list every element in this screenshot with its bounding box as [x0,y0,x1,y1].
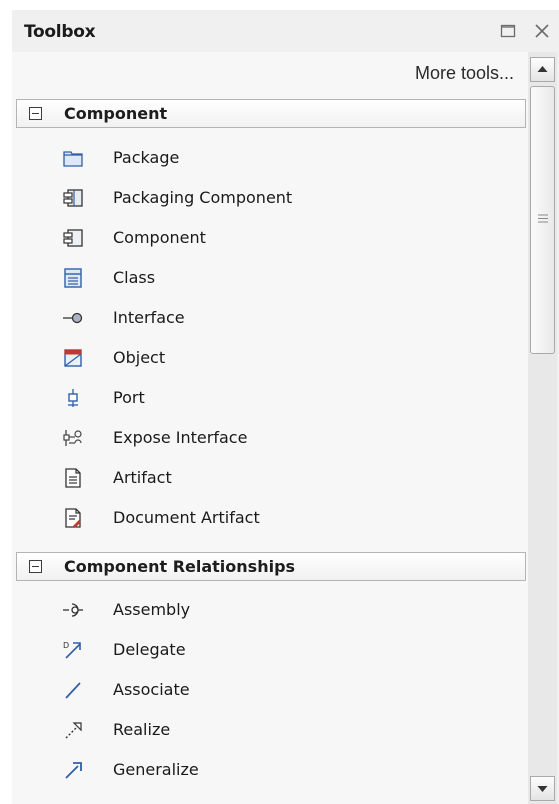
tool-label: Generalize [113,760,199,779]
package-icon [63,151,83,167]
tool-item-port[interactable]: Port [62,383,502,413]
tool-label: Artifact [113,468,172,487]
arrow-up-icon [537,66,548,72]
associate-icon [65,682,81,699]
tool-label: Associate [113,680,190,699]
toolbox-panel: Toolbox More tools... Component Package [12,10,559,804]
tool-label: Realize [113,720,171,739]
tool-item-class[interactable]: Class [62,263,502,293]
scroll-down-button[interactable] [530,776,555,801]
toolbox-content: More tools... Component Package Packagin… [12,52,528,804]
toolbox-title: Toolbox [24,22,96,42]
component-icon [63,229,83,247]
scroll-thumb[interactable] [530,86,555,354]
tool-item-assembly[interactable]: Assembly [62,595,502,625]
collapse-icon[interactable] [29,107,42,120]
tool-item-expose-interface[interactable]: Expose Interface [62,423,502,453]
grip-icon [538,214,548,223]
document-artifact-icon [65,508,81,528]
generalize-icon [65,762,82,779]
tool-label: Expose Interface [113,428,248,447]
section-header-component-relationships[interactable]: Component Relationships [16,552,526,581]
tool-item-document-artifact[interactable]: Document Artifact [62,503,502,533]
restore-icon[interactable] [499,22,517,40]
tool-label: Interface [113,308,185,327]
tool-label: Delegate [113,640,186,659]
tool-item-component[interactable]: Component [62,223,502,253]
tool-item-realize[interactable]: Realize [62,715,502,745]
tool-label: Class [113,268,156,287]
packaging-component-icon [63,189,83,207]
assembly-icon [63,603,83,617]
more-tools-link[interactable]: More tools... [415,63,514,84]
collapse-icon[interactable] [29,560,42,573]
section-label: Component [64,104,168,123]
class-icon [64,268,82,288]
tool-item-delegate[interactable]: D Delegate [62,635,502,665]
tool-label: Packaging Component [113,188,293,207]
tool-label: Object [113,348,166,367]
tool-item-interface[interactable]: Interface [62,303,502,333]
tool-label: Package [113,148,180,167]
port-icon [68,389,78,407]
tool-label: Assembly [113,600,191,619]
artifact-icon [65,468,81,488]
scroll-up-button[interactable] [530,57,555,82]
tool-item-generalize[interactable]: Generalize [62,755,502,785]
expose-interface-icon [63,430,82,446]
tool-item-associate[interactable]: Associate [62,675,502,705]
tool-label: Document Artifact [113,508,260,527]
object-icon [64,349,82,367]
tool-item-object[interactable]: Object [62,343,502,373]
vertical-scrollbar[interactable] [528,52,557,804]
svg-text:D: D [63,641,69,650]
close-icon[interactable] [533,22,551,40]
interface-icon [63,312,83,324]
tool-label: Component [113,228,206,247]
delegate-icon: D [63,641,81,659]
tool-item-package[interactable]: Package [62,143,502,173]
toolbox-titlebar: Toolbox [12,10,559,52]
section-label: Component Relationships [64,557,296,576]
tool-item-artifact[interactable]: Artifact [62,463,502,493]
tool-label: Port [113,388,145,407]
tool-item-packaging-component[interactable]: Packaging Component [62,183,502,213]
section-header-component[interactable]: Component [16,99,526,128]
arrow-down-icon [537,786,548,792]
realize-icon [65,722,82,739]
